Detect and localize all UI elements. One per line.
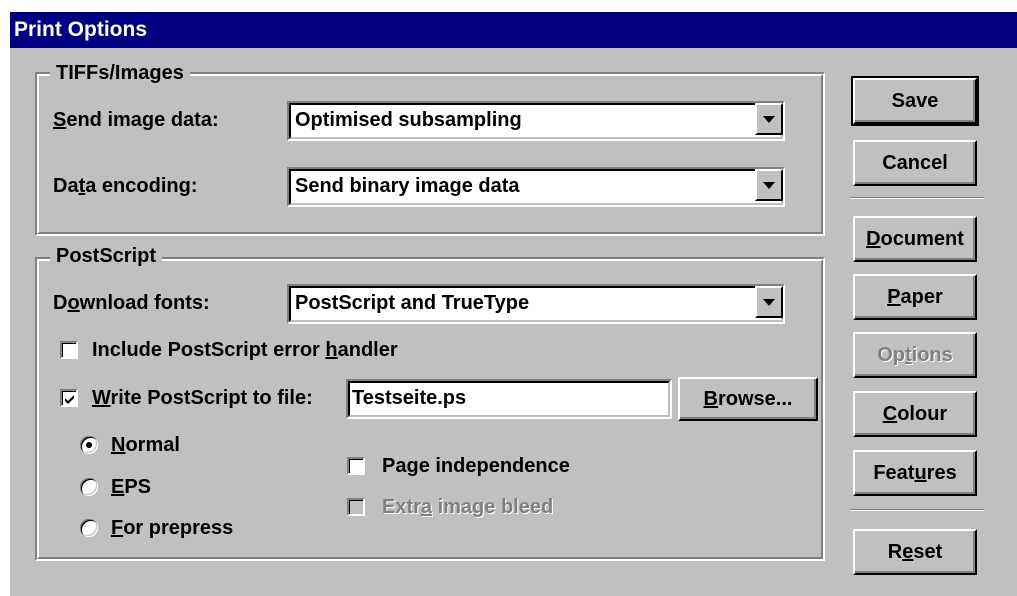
send-image-data-select[interactable]: Optimised subsampling xyxy=(287,101,785,141)
chevron-down-icon xyxy=(763,182,775,189)
write-to-file-label[interactable]: Write PostScript to file: xyxy=(92,386,313,410)
button-separator xyxy=(850,509,984,511)
postscript-filename-value: Testseite.ps xyxy=(352,387,467,409)
colour-button[interactable]: Colour xyxy=(853,391,977,437)
data-encoding-dropdown-button[interactable] xyxy=(755,169,783,201)
radio-dot-icon xyxy=(86,442,92,448)
tiffs-images-legend: TIFFs/Images xyxy=(50,62,190,84)
send-image-data-dropdown-button[interactable] xyxy=(755,103,783,135)
mode-eps-label[interactable]: EPS xyxy=(111,475,151,499)
print-options-dialog: Print Options TIFFs/Images Send image da… xyxy=(8,10,1017,596)
mode-normal-radio[interactable] xyxy=(80,436,98,454)
document-button[interactable]: Document xyxy=(853,216,977,262)
title-bar[interactable]: Print Options xyxy=(10,12,1017,48)
extra-image-bleed-checkbox[interactable] xyxy=(347,498,365,516)
mode-prepress-radio[interactable] xyxy=(80,519,98,537)
postscript-legend: PostScript xyxy=(50,245,163,267)
send-image-data-value: Optimised subsampling xyxy=(295,109,522,131)
data-encoding-value: Send binary image data xyxy=(295,175,520,197)
paper-button[interactable]: Paper xyxy=(853,274,977,320)
postscript-filename-input[interactable]: Testseite.ps xyxy=(346,379,672,419)
download-fonts-value: PostScript and TrueType xyxy=(295,292,530,314)
window-title: Print Options xyxy=(14,18,147,41)
save-button[interactable]: Save xyxy=(851,76,979,126)
mode-normal-label[interactable]: Normal xyxy=(111,433,180,457)
checkmark-icon xyxy=(65,395,74,404)
reset-button[interactable]: Reset xyxy=(853,529,977,575)
extra-image-bleed-label[interactable]: Extra image bleed xyxy=(382,495,553,519)
options-button[interactable]: Options xyxy=(853,332,977,378)
send-image-data-label: Send image data: xyxy=(53,109,219,131)
mode-prepress-label[interactable]: For prepress xyxy=(111,516,233,540)
download-fonts-label: Download fonts: xyxy=(53,292,210,314)
data-encoding-label: Data encoding: xyxy=(53,175,198,197)
browse-button[interactable]: Browse... xyxy=(678,377,818,421)
chevron-down-icon xyxy=(763,116,775,123)
cancel-button[interactable]: Cancel xyxy=(853,140,977,186)
page-independence-label[interactable]: Page independence xyxy=(382,454,570,478)
page-independence-checkbox[interactable] xyxy=(347,457,365,475)
button-separator xyxy=(850,197,984,199)
data-encoding-select[interactable]: Send binary image data xyxy=(287,167,785,207)
mode-eps-radio[interactable] xyxy=(80,478,98,496)
error-handler-checkbox[interactable] xyxy=(60,341,78,359)
tiffs-images-group xyxy=(35,72,825,236)
error-handler-label[interactable]: Include PostScript error handler xyxy=(92,338,398,362)
features-button[interactable]: Features xyxy=(853,450,977,496)
write-to-file-checkbox[interactable] xyxy=(60,389,78,407)
chevron-down-icon xyxy=(763,299,775,306)
download-fonts-dropdown-button[interactable] xyxy=(755,286,783,318)
download-fonts-select[interactable]: PostScript and TrueType xyxy=(287,284,785,324)
